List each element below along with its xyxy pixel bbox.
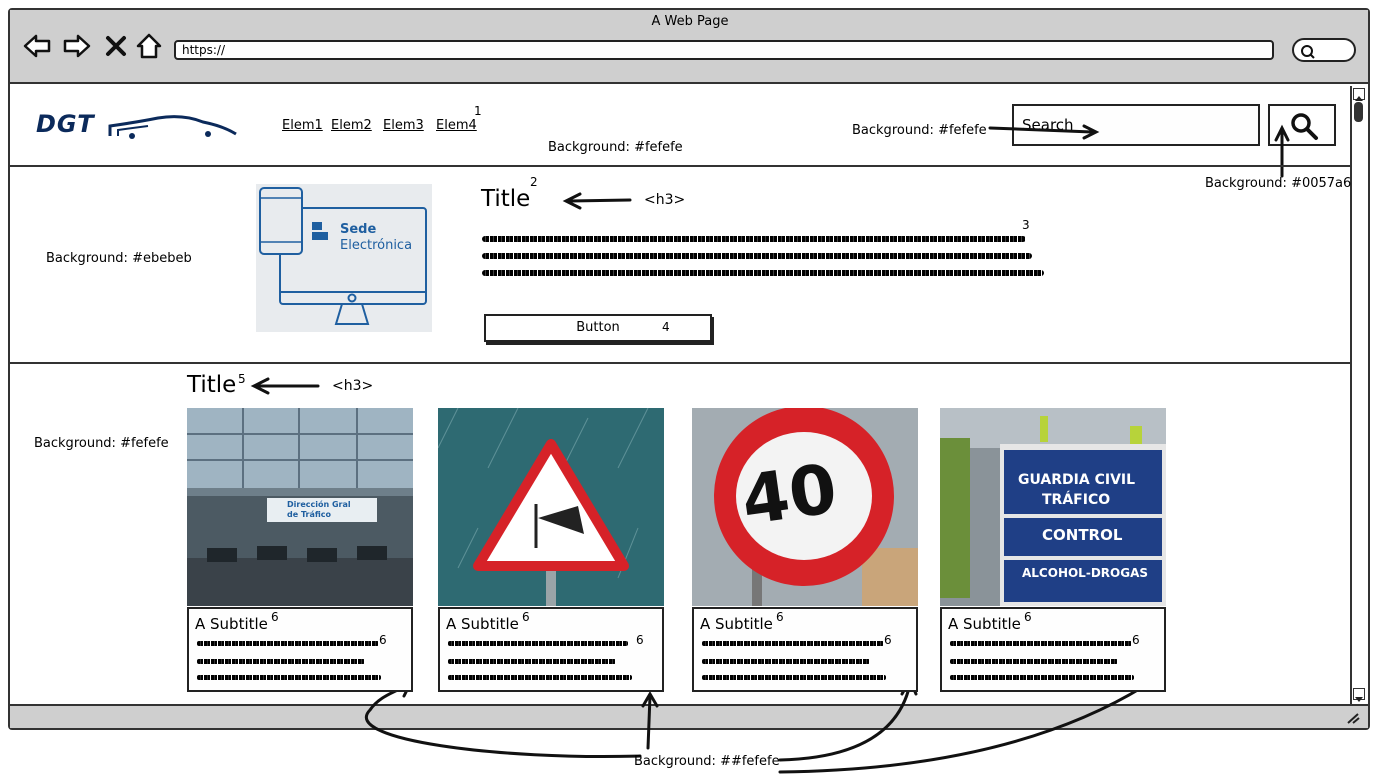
header-divider bbox=[10, 165, 1352, 167]
wind-warning-photo bbox=[438, 408, 664, 606]
card-marker: 6 bbox=[522, 610, 530, 624]
card-body[interactable]: A Subtitle 6 6 bbox=[940, 607, 1166, 692]
hero-button[interactable]: Button bbox=[484, 314, 712, 342]
card-image-wind-warning-sign[interactable] bbox=[438, 408, 664, 606]
device-illustration-icon bbox=[259, 187, 427, 325]
card-marker: 6 bbox=[271, 610, 279, 624]
electronica-label: Electrónica bbox=[340, 238, 413, 253]
dgt-banner-line1: Dirección Gral bbox=[287, 500, 351, 509]
card-subtitle: A Subtitle bbox=[700, 615, 773, 633]
card-body[interactable]: A Subtitle 6 6 bbox=[187, 607, 413, 692]
hero-tag-note: <h3> bbox=[644, 192, 686, 208]
section-tag-note: <h3> bbox=[332, 378, 374, 394]
card-text-line bbox=[197, 641, 379, 646]
annotation-marker-4: 4 bbox=[662, 320, 670, 334]
card-text-marker: 6 bbox=[379, 633, 387, 647]
card-subtitle: A Subtitle bbox=[446, 615, 519, 633]
annotation-marker-3: 3 bbox=[1022, 218, 1030, 232]
card-marker: 6 bbox=[776, 610, 784, 624]
section-title: Title bbox=[187, 372, 237, 398]
annotation-marker-5: 5 bbox=[238, 372, 246, 386]
card-image-speed-limit-40[interactable]: 40 bbox=[692, 408, 918, 606]
card-text-line bbox=[950, 641, 1132, 646]
card-text-line bbox=[950, 659, 1118, 664]
hero-background-note: Background: #ebebeb bbox=[46, 251, 192, 266]
card-text-line bbox=[197, 675, 381, 680]
card-subtitle: A Subtitle bbox=[195, 615, 268, 633]
hero-text-line bbox=[482, 270, 1044, 276]
card-text-marker: 6 bbox=[1132, 633, 1140, 647]
sede-electronica-image: Sede Electrónica bbox=[256, 184, 432, 332]
gc-sign-line3: CONTROL bbox=[1042, 526, 1123, 544]
gc-sign-line4: ALCOHOL-DROGAS bbox=[1022, 566, 1148, 580]
card-marker: 6 bbox=[1024, 610, 1032, 624]
sede-label: Sede bbox=[340, 222, 377, 237]
card-text-line bbox=[702, 641, 884, 646]
card-text-marker: 6 bbox=[884, 633, 892, 647]
card-image-traffic-control-center[interactable]: Dirección Gral de Tráfico bbox=[187, 408, 413, 606]
annotation-marker-2: 2 bbox=[530, 175, 538, 189]
card-text-line bbox=[448, 659, 616, 664]
card-text-line bbox=[448, 675, 632, 680]
card-text-marker: 6 bbox=[636, 633, 644, 647]
hero-divider bbox=[10, 362, 1352, 364]
card-subtitle: A Subtitle bbox=[948, 615, 1021, 633]
hero-text-line bbox=[482, 236, 1026, 242]
gc-sign-line2: TRÁFICO bbox=[1042, 492, 1111, 508]
card-text-line bbox=[197, 659, 365, 664]
card-body[interactable]: A Subtitle 6 6 bbox=[438, 607, 664, 692]
card-text-line bbox=[702, 675, 886, 680]
section-background-note: Background: #fefefe bbox=[34, 436, 169, 451]
hero-button-label: Button bbox=[576, 320, 620, 335]
card-body[interactable]: A Subtitle 6 6 bbox=[692, 607, 918, 692]
dgt-banner-line2: de Tráfico bbox=[287, 510, 332, 519]
cards-background-note: Background: ##fefefe bbox=[634, 754, 780, 769]
hero-title: Title bbox=[481, 186, 531, 212]
card-text-line bbox=[702, 659, 870, 664]
card-text-line bbox=[448, 641, 628, 646]
gc-sign-line1: GUARDIA CIVIL bbox=[1018, 472, 1136, 488]
speed-limit-number: 40 bbox=[736, 449, 842, 542]
hero-text-line bbox=[482, 253, 1032, 259]
card-text-line bbox=[950, 675, 1134, 680]
card-image-guardia-civil-control[interactable]: GUARDIA CIVIL TRÁFICO CONTROL ALCOHOL-DR… bbox=[940, 408, 1166, 606]
